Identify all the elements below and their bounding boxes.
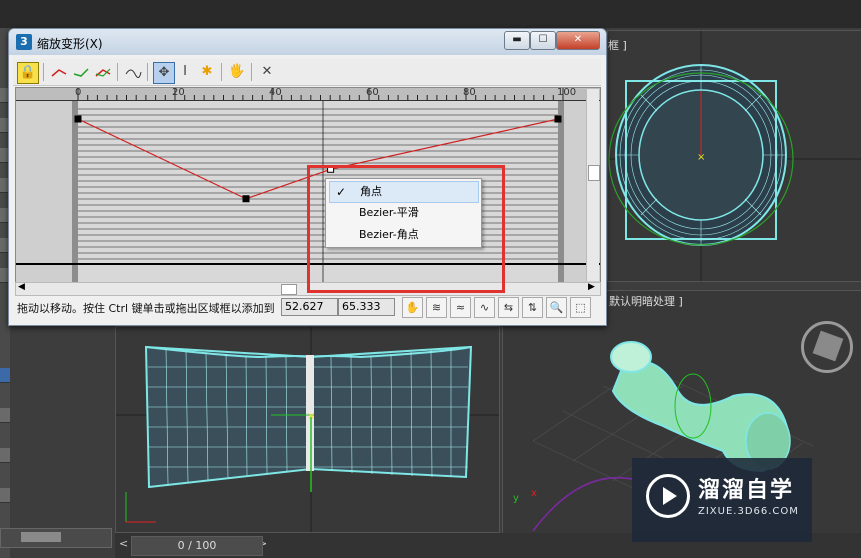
play-icon bbox=[663, 487, 677, 505]
delete-control-point-icon[interactable]: 🖐 bbox=[227, 62, 247, 82]
ruler-ticks bbox=[77, 88, 564, 100]
zoom-extents-icon[interactable]: ≋ bbox=[426, 297, 447, 318]
front-view-mesh: × bbox=[116, 327, 499, 532]
dialog-titlebar[interactable]: 3 缩放变形(X) ▬ ☐ ✕ bbox=[9, 29, 606, 55]
zoom-vertical-extents-icon[interactable]: ∿ bbox=[474, 297, 495, 318]
lock-icon[interactable]: 🔒 bbox=[17, 62, 39, 84]
toolbar-separator bbox=[43, 63, 44, 81]
close-button[interactable]: ✕ bbox=[556, 31, 600, 50]
toolbar-separator bbox=[251, 63, 252, 81]
scroll-right-icon[interactable]: ▶ bbox=[588, 282, 595, 292]
vscroll-thumb[interactable] bbox=[588, 165, 600, 181]
control-point[interactable] bbox=[554, 115, 562, 123]
minimize-button[interactable]: ▬ bbox=[504, 31, 530, 50]
watermark: 溜溜自学 ZIXUE.3D66.COM bbox=[632, 458, 812, 542]
display-y-axis-icon[interactable] bbox=[71, 62, 91, 82]
y-value-field[interactable]: 65.333 bbox=[338, 298, 395, 316]
toolbar-separator bbox=[221, 63, 222, 81]
svg-text:x: x bbox=[531, 488, 537, 499]
watermark-url: ZIXUE.3D66.COM bbox=[698, 506, 799, 517]
pan-icon[interactable]: ✋ bbox=[402, 297, 423, 318]
status-hint: 拖动以移动。按住 Ctrl 键单击或拖出区域框以添加到 bbox=[17, 302, 275, 315]
display-x-axis-icon[interactable] bbox=[49, 62, 69, 82]
ruler-label: 100 bbox=[557, 87, 577, 98]
insert-corner-point-icon[interactable]: ✱ bbox=[197, 62, 217, 82]
zoom-vertical-icon[interactable]: ⇅ bbox=[522, 297, 543, 318]
zoom-horizontal-extents-icon[interactable]: ≈ bbox=[450, 297, 471, 318]
zoom-icon[interactable]: 🔍 bbox=[546, 297, 567, 318]
ruler-label: 20 bbox=[172, 87, 185, 98]
move-control-point-icon[interactable]: ✥ bbox=[153, 62, 175, 84]
app-icon: 3 bbox=[16, 34, 32, 50]
display-xy-axes-icon[interactable] bbox=[93, 62, 113, 82]
range-edge-left bbox=[72, 101, 78, 282]
horizontal-ruler: 0 20 40 60 80 100 bbox=[16, 88, 600, 101]
scale-deformation-dialog: 3 缩放变形(X) ▬ ☐ ✕ 🔒 ✥ Ⅰ ✱ 🖐 ✕ 0 20 40 60 8… bbox=[8, 28, 607, 326]
curve-toolbar: 🔒 ✥ Ⅰ ✱ 🖐 ✕ bbox=[13, 59, 601, 86]
svg-text:×: × bbox=[697, 152, 705, 163]
viewport-front[interactable]: × bbox=[115, 326, 500, 533]
time-slider[interactable]: 0 / 100 bbox=[131, 536, 263, 556]
control-point[interactable] bbox=[242, 195, 250, 203]
ruler-label: 80 bbox=[463, 87, 476, 98]
timeline-prev-button[interactable]: < bbox=[119, 537, 128, 550]
x-value-field[interactable]: 52.627 bbox=[281, 298, 338, 316]
graph-vertical-scrollbar[interactable] bbox=[586, 89, 600, 281]
toolbar-separator bbox=[147, 63, 148, 81]
scroll-left-icon[interactable]: ◀ bbox=[18, 282, 25, 292]
range-edge-right bbox=[558, 101, 564, 282]
svg-text:×: × bbox=[307, 411, 315, 422]
scale-control-point-icon[interactable]: Ⅰ bbox=[175, 62, 195, 82]
top-view-mesh: × bbox=[608, 31, 861, 281]
watermark-brand: 溜溜自学 bbox=[698, 478, 795, 503]
left-scroll-track[interactable] bbox=[0, 528, 112, 548]
toolbar-separator bbox=[117, 63, 118, 81]
left-tool-11[interactable] bbox=[0, 488, 10, 503]
view-cube-face[interactable] bbox=[812, 330, 844, 362]
reset-curve-icon[interactable]: ✕ bbox=[257, 62, 277, 82]
zoom-horizontal-icon[interactable]: ⇆ bbox=[498, 297, 519, 318]
control-point[interactable] bbox=[74, 115, 82, 123]
main-menu-bar bbox=[0, 0, 861, 28]
left-tool-10[interactable] bbox=[0, 448, 10, 463]
swap-curves-icon[interactable] bbox=[123, 62, 143, 82]
viewport-top[interactable]: 框 ] × bbox=[607, 30, 861, 282]
status-bar: 拖动以移动。按住 Ctrl 键单击或拖出区域框以添加到 52.627 65.33… bbox=[13, 296, 603, 318]
view-cube[interactable] bbox=[801, 321, 853, 373]
left-tool-8[interactable] bbox=[0, 368, 10, 383]
ruler-label: 0 bbox=[75, 87, 82, 98]
hscroll-thumb[interactable] bbox=[281, 284, 297, 295]
left-tool-9[interactable] bbox=[0, 408, 10, 423]
left-scroll-thumb[interactable] bbox=[21, 532, 61, 542]
maximize-button[interactable]: ☐ bbox=[530, 31, 556, 50]
watermark-logo bbox=[646, 474, 690, 518]
annotation-highlight-box bbox=[307, 165, 505, 293]
svg-text:y: y bbox=[513, 493, 519, 504]
dialog-title: 缩放变形(X) bbox=[37, 37, 103, 51]
zoom-region-icon[interactable]: ⬚ bbox=[570, 297, 591, 318]
out-of-range-left bbox=[16, 101, 72, 282]
ruler-label: 40 bbox=[269, 87, 282, 98]
ruler-label: 60 bbox=[366, 87, 379, 98]
